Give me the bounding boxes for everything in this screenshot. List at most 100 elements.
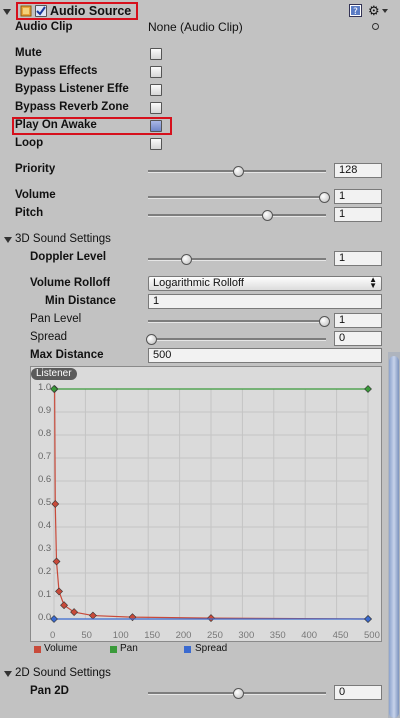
dropdown-arrows-icon: ▲ ▼ bbox=[369, 276, 377, 290]
spread-slider-thumb[interactable] bbox=[146, 334, 157, 345]
y-tick-label: 0.1 bbox=[38, 589, 52, 600]
y-tick-label: 0.2 bbox=[38, 566, 52, 577]
priority-label: Priority bbox=[15, 163, 56, 175]
scrollbar-thumb[interactable] bbox=[389, 356, 399, 718]
series-volume-point bbox=[55, 587, 63, 596]
loop-label: Loop bbox=[15, 137, 44, 149]
max-distance-label: Max Distance bbox=[30, 349, 104, 361]
sound2d-foldout-arrow[interactable] bbox=[4, 671, 12, 677]
y-tick-label: 0.9 bbox=[38, 405, 52, 416]
y-tick-label: 0.4 bbox=[38, 520, 52, 531]
gear-icon[interactable]: ⚙ bbox=[368, 4, 380, 17]
priority-slider-thumb[interactable] bbox=[233, 166, 244, 177]
doppler-slider-thumb[interactable] bbox=[181, 254, 192, 265]
bypass-reverb-zone-label: Bypass Reverb Zone bbox=[15, 101, 129, 113]
y-tick-label: 1.0 bbox=[38, 382, 52, 393]
x-tick-label: 450 bbox=[332, 630, 349, 641]
spread-field[interactable]: 0 bbox=[334, 331, 382, 346]
doppler-field[interactable]: 1 bbox=[334, 251, 382, 266]
legend-volume-label: Volume bbox=[44, 643, 78, 654]
spread-label: Spread bbox=[30, 331, 68, 343]
y-tick-label: 0.7 bbox=[38, 451, 52, 462]
bypass-effects-label: Bypass Effects bbox=[15, 65, 98, 77]
doppler-slider-track[interactable] bbox=[148, 258, 326, 261]
pan-level-slider-thumb[interactable] bbox=[319, 316, 330, 327]
mute-checkbox[interactable] bbox=[150, 48, 162, 60]
min-distance-label: Min Distance bbox=[45, 295, 116, 307]
pitch-slider-track[interactable] bbox=[148, 214, 326, 217]
bypass-listener-effects-label: Bypass Listener Effe bbox=[15, 83, 129, 95]
x-tick-label: 0 bbox=[50, 630, 56, 641]
legend-volume-swatch bbox=[34, 646, 41, 653]
y-tick-label: 0.6 bbox=[38, 474, 52, 485]
pan2d-field[interactable]: 0 bbox=[334, 685, 382, 700]
spread-slider-track[interactable] bbox=[148, 338, 326, 341]
play-on-awake-highlight bbox=[12, 117, 172, 135]
help-icon[interactable]: ? bbox=[349, 4, 362, 17]
series-pan-point bbox=[364, 385, 372, 393]
legend-pan-swatch bbox=[110, 646, 117, 653]
series-volume-point bbox=[70, 608, 79, 617]
sound3d-foldout-arrow[interactable] bbox=[4, 237, 12, 243]
x-tick-label: 400 bbox=[301, 630, 318, 641]
x-tick-label: 50 bbox=[81, 630, 92, 641]
x-tick-label: 350 bbox=[269, 630, 286, 641]
series-spread-point bbox=[50, 615, 58, 623]
doppler-level-label: Doppler Level bbox=[30, 251, 107, 263]
legend-pan-label: Pan bbox=[120, 643, 138, 654]
y-tick-label: 0.5 bbox=[38, 497, 52, 508]
pitch-label: Pitch bbox=[15, 207, 44, 219]
series-spread-point bbox=[364, 615, 372, 623]
listener-tag: Listener bbox=[31, 368, 77, 380]
min-distance-field[interactable]: 1 bbox=[148, 294, 382, 309]
audio-clip-field[interactable]: None (Audio Clip) bbox=[148, 20, 368, 36]
legend-spread-swatch bbox=[184, 646, 191, 653]
volume-rolloff-label: Volume Rolloff bbox=[30, 277, 111, 289]
loop-checkbox[interactable] bbox=[150, 138, 162, 150]
pitch-field[interactable]: 1 bbox=[334, 207, 382, 222]
object-picker-icon[interactable] bbox=[372, 23, 379, 30]
component-title-highlight bbox=[16, 2, 138, 20]
bypass-effects-checkbox[interactable] bbox=[150, 66, 162, 78]
series-volume-point bbox=[60, 601, 68, 610]
y-tick-label: 0.8 bbox=[38, 428, 52, 439]
audio-clip-label: Audio Clip bbox=[15, 21, 73, 33]
volume-rolloff-value: Logarithmic Rolloff bbox=[153, 277, 244, 289]
x-tick-label: 150 bbox=[144, 630, 161, 641]
pitch-slider-thumb[interactable] bbox=[262, 210, 273, 221]
pan2d-slider-thumb[interactable] bbox=[233, 688, 244, 699]
rolloff-graph[interactable] bbox=[30, 366, 382, 642]
y-tick-label: 0.3 bbox=[38, 543, 52, 554]
gear-dropdown-icon[interactable] bbox=[382, 9, 388, 13]
bypass-listener-effects-checkbox[interactable] bbox=[150, 84, 162, 96]
x-tick-label: 100 bbox=[112, 630, 129, 641]
pan-level-slider-track[interactable] bbox=[148, 320, 326, 323]
volume-slider-thumb[interactable] bbox=[319, 192, 330, 203]
legend-spread-label: Spread bbox=[195, 643, 228, 654]
x-tick-label: 300 bbox=[238, 630, 255, 641]
series-volume-point bbox=[51, 500, 60, 508]
pan-level-field[interactable]: 1 bbox=[334, 313, 382, 328]
volume-rolloff-dropdown[interactable]: Logarithmic Rolloff ▲ ▼ bbox=[148, 276, 382, 291]
pan-level-label: Pan Level bbox=[30, 313, 82, 325]
sound2d-header[interactable]: 2D Sound Settings bbox=[15, 667, 111, 679]
x-tick-label: 250 bbox=[207, 630, 223, 641]
bypass-reverb-zone-checkbox[interactable] bbox=[150, 102, 162, 114]
series-volume-point bbox=[207, 614, 215, 623]
volume-field[interactable]: 1 bbox=[334, 189, 382, 204]
x-tick-label: 500 bbox=[364, 630, 380, 641]
series-volume-point bbox=[89, 611, 97, 620]
volume-slider-track[interactable] bbox=[148, 196, 326, 199]
pan2d-label: Pan 2D bbox=[30, 685, 69, 697]
svg-text:?: ? bbox=[353, 7, 358, 17]
x-tick-label: 200 bbox=[175, 630, 192, 641]
max-distance-field[interactable]: 500 bbox=[148, 348, 382, 363]
mute-label: Mute bbox=[15, 47, 42, 59]
sound3d-header[interactable]: 3D Sound Settings bbox=[15, 233, 111, 245]
component-foldout-arrow[interactable] bbox=[3, 9, 11, 15]
y-tick-label: 0.0 bbox=[38, 612, 52, 623]
rolloff-graph-svg bbox=[50, 385, 372, 623]
series-pan-point bbox=[50, 385, 58, 393]
priority-field[interactable]: 128 bbox=[334, 163, 382, 178]
volume-label: Volume bbox=[15, 189, 56, 201]
